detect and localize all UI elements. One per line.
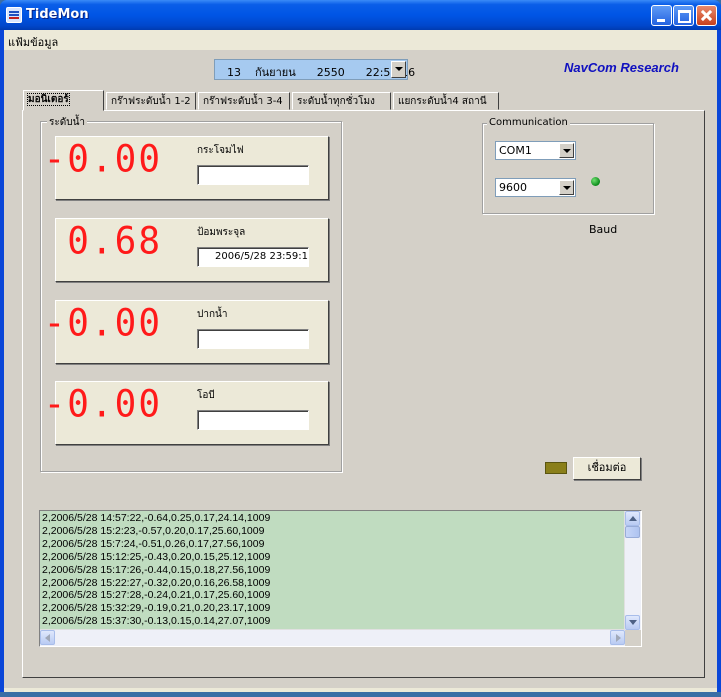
date-time-picker[interactable]: 13 กันยายน 2550 22:55:16: [214, 59, 415, 80]
maximize-icon[interactable]: [673, 5, 694, 26]
level-readout: -0.00: [43, 301, 162, 346]
app-icon: [6, 7, 22, 23]
log-line: 2,2006/5/28 15:2:23,-0.57,0.20,0.17,25.6…: [42, 524, 265, 537]
close-icon[interactable]: [696, 5, 717, 26]
connection-indicator: [545, 462, 567, 474]
status-led-icon: [591, 177, 600, 186]
desktop-background: [0, 692, 721, 697]
log-line: 2,2006/5/28 15:32:29,-0.19,0.21,0.20,23.…: [42, 602, 271, 615]
port-select[interactable]: COM1: [495, 141, 576, 160]
water-level-group: ระดับน้ำ -0.00 กระโจมไฟ 0.68 ป้อมพระจุล …: [40, 115, 342, 472]
station-gauge: -0.00 ปากน้ำ: [44, 300, 329, 364]
level-readout: 0.68: [67, 219, 162, 264]
timestamp-field[interactable]: [197, 329, 309, 349]
log-line: 2,2006/5/28 15:22:27,-0.32,0.20,0.16,26.…: [42, 576, 271, 589]
level-readout: -0.00: [43, 137, 162, 182]
tab-label: กร๊าฟระดับน้ำ 3-4: [203, 96, 283, 107]
log-lines: 2,2006/5/28 14:57:22,-0.64,0.25,0.17,24.…: [42, 512, 270, 628]
scroll-left-icon[interactable]: [40, 630, 55, 645]
client-area: แฟ้มข้อมูล 13 กันยายน 2550 22:55:16 NavC…: [4, 30, 717, 688]
station-gauge: -0.00 โอบี: [44, 381, 329, 445]
tab-label: มอนิเตอร์: [27, 93, 70, 106]
scroll-thumb[interactable]: [625, 526, 640, 538]
log-line: 2,2006/5/28 14:57:22,-0.64,0.25,0.17,24.…: [42, 512, 271, 524]
horizontal-scrollbar[interactable]: [40, 629, 625, 646]
window-title: TideMon: [26, 7, 89, 22]
timestamp-field[interactable]: [197, 165, 309, 185]
station-name: กระโจมไฟ: [197, 145, 244, 156]
log-line: 2,2006/5/28 15:7:24,-0.51,0.26,0.17,27.5…: [42, 537, 265, 550]
scroll-down-icon[interactable]: [625, 615, 640, 630]
vertical-scrollbar[interactable]: [624, 511, 641, 630]
station-name: โอบี: [197, 390, 215, 401]
tab-label: แยกระดับน้ำ4 สถานี: [398, 96, 487, 107]
tab-monitor[interactable]: มอนิเตอร์: [23, 90, 104, 111]
timestamp-field[interactable]: [197, 410, 309, 430]
minimize-icon[interactable]: [651, 5, 672, 26]
menu-bar: แฟ้มข้อมูล: [4, 30, 717, 50]
log-line: 2,2006/5/28 15:12:25,-0.43,0.20,0.15,25.…: [42, 550, 271, 563]
form-area: 13 กันยายน 2550 22:55:16 NavCom Research…: [4, 50, 717, 688]
log-line: 2,2006/5/28 15:17:26,-0.44,0.15,0.18,27.…: [42, 563, 271, 576]
log-list[interactable]: 2,2006/5/28 14:57:22,-0.64,0.25,0.17,24.…: [39, 510, 642, 647]
main-window: TideMon แฟ้มข้อมูล 13 กันยายน 2550 22:55…: [0, 0, 721, 692]
station-name: ปากน้ำ: [197, 309, 228, 320]
group-label: Communication: [487, 117, 570, 128]
tab-label: ระดับน้ำทุกชั่วโมง: [297, 96, 375, 107]
date-time-value: 13 กันยายน 2550 22:55:16: [227, 66, 416, 79]
baud-value: 9600: [499, 181, 527, 194]
scrollbar-corner: [625, 630, 641, 646]
brand-label: NavCom Research: [564, 60, 679, 75]
title-bar[interactable]: TideMon: [0, 0, 721, 30]
tab-hourly-level[interactable]: ระดับน้ำทุกชั่วโมง: [292, 92, 391, 110]
port-value: COM1: [499, 144, 532, 157]
baud-label: Baud: [589, 223, 618, 236]
station-name: ป้อมพระจุล: [197, 227, 246, 238]
station-gauge: 0.68 ป้อมพระจุล 2006/5/28 23:59:10: [55, 218, 329, 282]
tab-graph-1-2[interactable]: กร๊าฟระดับน้ำ 1-2: [106, 92, 196, 110]
chevron-down-icon[interactable]: [559, 180, 574, 195]
station-gauge: -0.00 กระโจมไฟ: [44, 136, 329, 200]
log-line: 2,2006/5/28 15:27:28,-0.24,0.21,0.17,25.…: [42, 589, 271, 602]
tab-graph-3-4[interactable]: กร๊าฟระดับน้ำ 3-4: [198, 92, 290, 110]
timestamp-field[interactable]: 2006/5/28 23:59:10: [197, 247, 309, 267]
tab-label: กร๊าฟระดับน้ำ 1-2: [111, 96, 191, 107]
connect-button[interactable]: เชื่อมต่อ: [573, 457, 641, 480]
log-line: 2,2006/5/28 15:37:30,-0.13,0.15,0.14,27.…: [42, 615, 271, 628]
scroll-right-icon[interactable]: [610, 630, 625, 645]
scroll-up-icon[interactable]: [625, 511, 640, 526]
level-readout: -0.00: [43, 382, 162, 427]
tab-four-stations[interactable]: แยกระดับน้ำ4 สถานี: [393, 92, 499, 110]
communication-group: Communication COM1 9600: [482, 117, 654, 214]
chevron-down-icon[interactable]: [391, 61, 406, 78]
group-label: ระดับน้ำ: [47, 115, 88, 130]
menu-file[interactable]: แฟ้มข้อมูล: [8, 33, 58, 51]
chevron-down-icon[interactable]: [559, 143, 574, 158]
baud-select[interactable]: 9600: [495, 178, 576, 197]
